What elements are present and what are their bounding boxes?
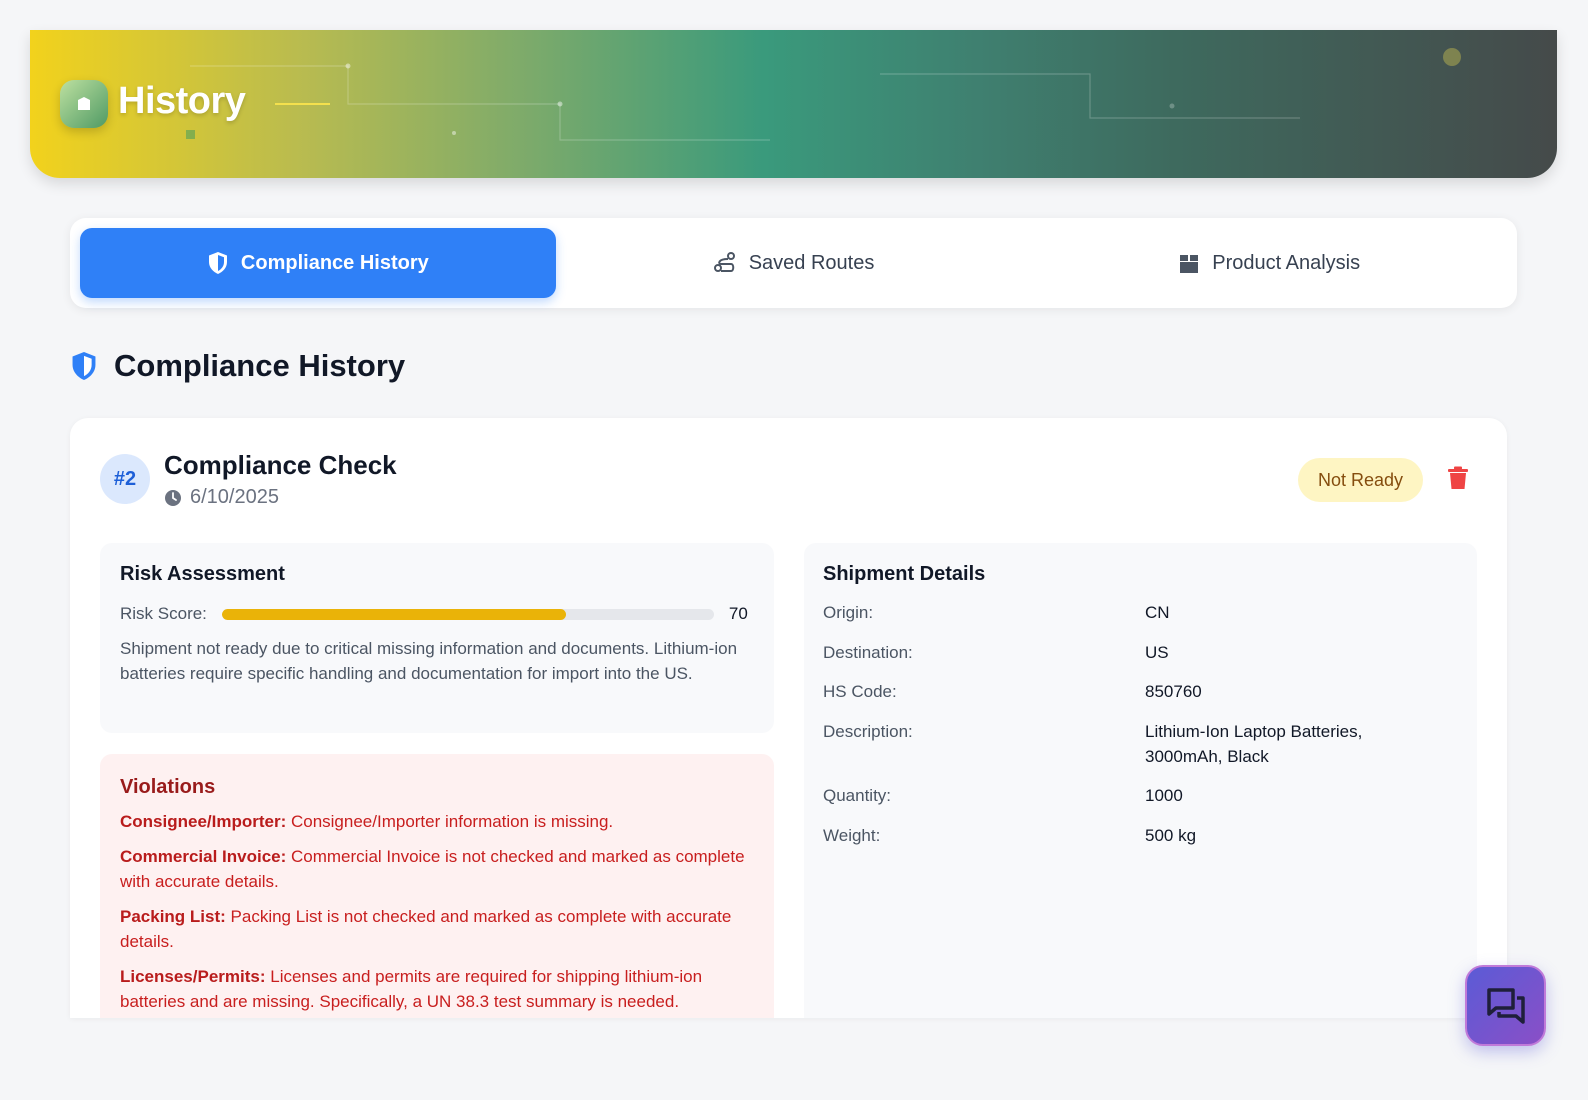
risk-score-bar — [221, 608, 714, 620]
tab-label: Compliance History — [240, 251, 429, 274]
risk-score-row: Risk Score: 70 — [120, 604, 754, 624]
compliance-check-card: #2 Compliance Check 6/10/2025 Not Ready … — [70, 418, 1507, 1018]
delete-button[interactable] — [1444, 466, 1472, 494]
tab-product-analysis[interactable]: Product Analysis — [1031, 228, 1507, 298]
tab-label: Product Analysis — [1212, 251, 1361, 274]
chat-icon — [1486, 987, 1525, 1024]
check-number-badge: #2 — [100, 454, 150, 504]
tab-bar: Compliance History Saved Routes Product … — [70, 218, 1517, 308]
section-heading: Compliance History — [70, 348, 405, 384]
risk-score-fill — [221, 608, 567, 620]
risk-description: Shipment not ready due to critical missi… — [120, 639, 738, 683]
violation-item: Consignee/Importer: Consignee/Importer i… — [120, 809, 754, 834]
route-icon — [713, 252, 735, 272]
shipment-label: Origin: — [823, 603, 874, 622]
card-date: 6/10/2025 — [164, 486, 279, 509]
shipment-row: Quantity: 1000 — [823, 783, 1458, 808]
shipment-value: US — [1145, 642, 1169, 662]
shipment-value: Lithium-Ion Laptop Batteries, 3000mAh, B… — [1145, 721, 1363, 766]
shipment-details-panel: Shipment Details Origin: CN Destination: U… — [804, 543, 1477, 1018]
clock-icon — [165, 489, 181, 506]
shipment-value: 500 kg — [1145, 825, 1197, 845]
risk-assessment-title: Risk Assessment — [120, 563, 285, 585]
shipment-row: Origin: CN — [823, 600, 1458, 625]
shipment-value: CN — [1145, 603, 1170, 622]
box-icon — [1180, 255, 1199, 273]
shipment-row: Destination: US — [823, 640, 1458, 665]
shipment-label: Weight: — [823, 825, 881, 845]
shipment-label: HS Code: — [823, 682, 897, 701]
risk-score-label: Risk Score: — [120, 604, 207, 623]
shopping-bag-icon — [78, 97, 90, 110]
violation-label: Commercial Invoice: — [120, 847, 287, 866]
risk-assessment-panel: Risk Assessment Risk Score: 70 Shipment … — [100, 543, 774, 733]
violation-label: Licenses/Permits: — [120, 967, 266, 986]
violations-title: Violations — [120, 776, 216, 798]
card-title: Compliance Check — [164, 450, 397, 480]
violations-panel: Violations Consignee/Importer: Consignee… — [100, 754, 774, 1018]
shipment-value: 850760 — [1145, 682, 1202, 701]
circuit-decoration — [186, 48, 1461, 141]
shipment-value: 1000 — [1145, 786, 1183, 805]
shipment-row: HS Code: 850760 — [823, 679, 1458, 704]
shipment-row: Weight: 500 kg — [823, 823, 1458, 848]
violation-item: Packing List: Packing List is not checke… — [120, 904, 754, 954]
risk-score-value: 70 — [728, 604, 748, 623]
violation-label: Consignee/Importer: — [120, 812, 287, 831]
violation-text: Consignee/Importer information is missin… — [286, 812, 614, 831]
shield-icon — [208, 252, 227, 274]
violation-label: Packing List: — [120, 907, 226, 926]
page-title: History — [118, 80, 246, 122]
app-logo — [60, 80, 108, 128]
shipment-details-title: Shipment Details — [823, 563, 986, 585]
shipment-label: Description: — [823, 721, 913, 741]
section-title: Compliance History — [114, 348, 406, 383]
tab-compliance-history[interactable]: Compliance History — [80, 228, 556, 298]
tab-label: Saved Routes — [748, 251, 875, 274]
shield-icon — [72, 352, 96, 380]
tab-saved-routes[interactable]: Saved Routes — [556, 228, 1032, 298]
trash-icon — [1448, 466, 1468, 489]
date-text: 6/10/2025 — [190, 486, 279, 508]
violation-item: Licenses/Permits: Licenses and permits a… — [120, 964, 754, 1014]
chat-button[interactable] — [1465, 965, 1546, 1046]
shipment-row: Description: Lithium-Ion Laptop Batteries… — [823, 719, 1458, 769]
page-header: History — [30, 30, 1557, 178]
status-badge: Not Ready — [1298, 458, 1423, 502]
shipment-label: Destination: — [823, 642, 913, 662]
shipment-label: Quantity: — [823, 786, 892, 805]
violation-item: Commercial Invoice: Commercial Invoice i… — [120, 844, 754, 894]
